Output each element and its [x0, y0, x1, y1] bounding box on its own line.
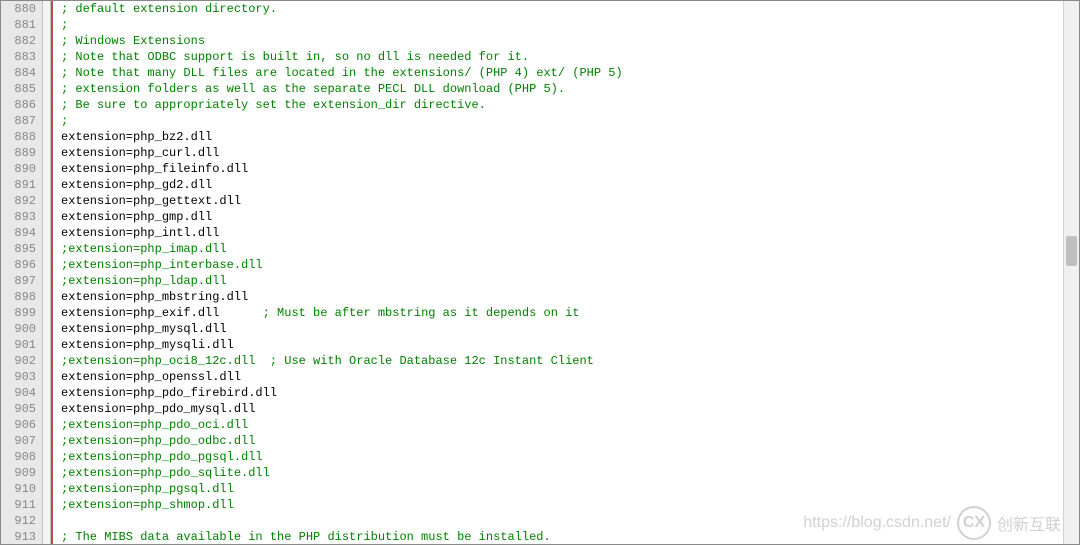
line-number: 883: [5, 49, 36, 65]
code-line[interactable]: ;extension=php_pgsql.dll: [61, 481, 1079, 497]
code-line[interactable]: extension=php_openssl.dll: [61, 369, 1079, 385]
line-number: 902: [5, 353, 36, 369]
fold-margin: [43, 1, 51, 544]
line-number: 907: [5, 433, 36, 449]
code-line[interactable]: ; Note that many DLL files are located i…: [61, 65, 1079, 81]
code-line[interactable]: ;extension=php_pdo_pgsql.dll: [61, 449, 1079, 465]
code-line[interactable]: extension=php_gettext.dll: [61, 193, 1079, 209]
code-line[interactable]: ; default extension directory.: [61, 1, 1079, 17]
line-number: 913: [5, 529, 36, 545]
line-number: 885: [5, 81, 36, 97]
code-line[interactable]: extension=php_intl.dll: [61, 225, 1079, 241]
vertical-scrollbar[interactable]: [1063, 1, 1079, 544]
line-number: 886: [5, 97, 36, 113]
line-number: 911: [5, 497, 36, 513]
line-number: 881: [5, 17, 36, 33]
code-line[interactable]: extension=php_pdo_firebird.dll: [61, 385, 1079, 401]
code-line[interactable]: ;extension=php_pdo_odbc.dll: [61, 433, 1079, 449]
line-number: 884: [5, 65, 36, 81]
line-number: 904: [5, 385, 36, 401]
line-number: 912: [5, 513, 36, 529]
line-number: 903: [5, 369, 36, 385]
code-line[interactable]: ;extension=php_pdo_sqlite.dll: [61, 465, 1079, 481]
code-line[interactable]: extension=php_exif.dll ; Must be after m…: [61, 305, 1079, 321]
code-line[interactable]: ;extension=php_oci8_12c.dll ; Use with O…: [61, 353, 1079, 369]
code-line[interactable]: ; The MIBS data available in the PHP dis…: [61, 529, 1079, 544]
line-number: 895: [5, 241, 36, 257]
line-number: 906: [5, 417, 36, 433]
code-line[interactable]: extension=php_bz2.dll: [61, 129, 1079, 145]
code-line[interactable]: extension=php_mbstring.dll: [61, 289, 1079, 305]
line-number: 899: [5, 305, 36, 321]
code-line[interactable]: ; Be sure to appropriately set the exten…: [61, 97, 1079, 113]
code-line[interactable]: ; Note that ODBC support is built in, so…: [61, 49, 1079, 65]
code-line[interactable]: ;extension=php_interbase.dll: [61, 257, 1079, 273]
line-number: 908: [5, 449, 36, 465]
code-line[interactable]: extension=php_fileinfo.dll: [61, 161, 1079, 177]
code-content[interactable]: ; default extension directory.;; Windows…: [53, 1, 1079, 544]
line-number: 894: [5, 225, 36, 241]
line-number: 905: [5, 401, 36, 417]
line-number: 889: [5, 145, 36, 161]
line-number: 901: [5, 337, 36, 353]
line-number: 898: [5, 289, 36, 305]
code-line[interactable]: ;extension=php_imap.dll: [61, 241, 1079, 257]
code-line[interactable]: ;extension=php_shmop.dll: [61, 497, 1079, 513]
line-number: 893: [5, 209, 36, 225]
code-line[interactable]: ; Windows Extensions: [61, 33, 1079, 49]
code-line[interactable]: extension=php_gd2.dll: [61, 177, 1079, 193]
code-line[interactable]: extension=php_pdo_mysql.dll: [61, 401, 1079, 417]
line-number: 891: [5, 177, 36, 193]
code-line[interactable]: extension=php_mysql.dll: [61, 321, 1079, 337]
line-number: 897: [5, 273, 36, 289]
line-number-gutter: 8808818828838848858868878888898908918928…: [1, 1, 43, 544]
code-line[interactable]: extension=php_mysqli.dll: [61, 337, 1079, 353]
line-number: 888: [5, 129, 36, 145]
line-number: 900: [5, 321, 36, 337]
line-number: 880: [5, 1, 36, 17]
line-number: 896: [5, 257, 36, 273]
code-line[interactable]: ;: [61, 17, 1079, 33]
code-line[interactable]: ;extension=php_pdo_oci.dll: [61, 417, 1079, 433]
code-line[interactable]: ;extension=php_ldap.dll: [61, 273, 1079, 289]
code-line[interactable]: [61, 513, 1079, 529]
code-line[interactable]: extension=php_curl.dll: [61, 145, 1079, 161]
line-number: 910: [5, 481, 36, 497]
line-number: 887: [5, 113, 36, 129]
code-line[interactable]: extension=php_gmp.dll: [61, 209, 1079, 225]
line-number: 892: [5, 193, 36, 209]
code-line[interactable]: ;: [61, 113, 1079, 129]
scrollbar-thumb[interactable]: [1066, 236, 1077, 266]
code-editor[interactable]: 8808818828838848858868878888898908918928…: [1, 1, 1079, 544]
line-number: 890: [5, 161, 36, 177]
line-number: 882: [5, 33, 36, 49]
line-number: 909: [5, 465, 36, 481]
code-line[interactable]: ; extension folders as well as the separ…: [61, 81, 1079, 97]
